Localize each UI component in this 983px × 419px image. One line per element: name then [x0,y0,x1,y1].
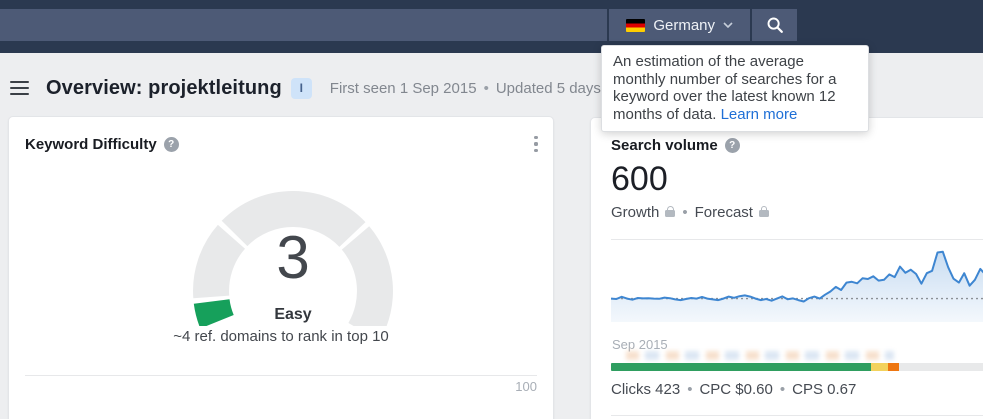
lock-icon [665,205,676,217]
metric-separator: • [687,381,693,398]
bar-segment-yellow [870,363,888,371]
bar-segment-green [611,363,871,371]
country-label: Germany [653,16,715,34]
menu-button[interactable] [10,80,29,96]
lock-icon [758,205,769,217]
learn-more-link[interactable]: Learn more [721,106,798,123]
metric-cps: CPS 0.67 [792,381,857,398]
help-icon[interactable]: ? [724,138,740,153]
search-button[interactable] [752,9,797,41]
timeline-start-label: Sep 2015 [612,337,668,352]
metric-clicks: Clicks 423 [611,381,681,398]
chevron-down-icon [723,22,733,28]
growth-separator: • [682,204,688,221]
page-title: Overview: projektleitung [46,76,282,99]
search-volume-card: Search volume ? 600 Growth • Forecast Se… [590,117,983,419]
bar-segment-orange [888,363,900,371]
sv-title-text: Search volume [611,137,718,154]
ahrefs-keyword-overview-screen: Germany Overview: projektleitung I First… [0,0,983,419]
country-selector[interactable]: Germany [609,9,750,41]
kd-description: ~4 ref. domains to rank in top 10 [173,328,389,345]
keyword-difficulty-card: Keyword Difficulty ? 3 Easy ~4 ref. doma… [8,116,554,419]
germany-flag-icon [626,18,646,32]
kd-scale-max-label: 100 [515,379,537,394]
kd-rating: Easy [274,306,312,323]
search-volume-value: 600 [611,160,668,198]
growth-forecast-row: Growth • Forecast [611,204,769,221]
metric-cpc: CPC $0.60 [699,381,773,398]
keyword-list-badge[interactable]: I [290,77,312,99]
first-seen-label: First seen 1 Sep 2015 [329,79,477,97]
search-volume-chart [610,250,983,322]
blurred-row [626,351,894,360]
toolbar: Germany [0,9,797,41]
kd-scale-divider [25,375,537,376]
forecast-link[interactable]: Forecast [695,204,753,221]
sv-bottom-divider [611,415,983,416]
volume-trend-chart-wrap [610,239,983,323]
page-header: Overview: projektleitung I First seen 1 … [10,72,630,104]
clicks-distribution-bar [611,363,983,371]
kd-value: 3 [276,224,310,291]
meta-separator: • [483,79,489,97]
metrics-line: Clicks 423 • CPC $0.60 • CPS 0.67 [611,381,856,398]
sv-card-title: Search volume ? [611,137,740,154]
kebab-menu-button[interactable] [527,134,545,154]
keyword-meta: First seen 1 Sep 2015 • Updated 5 days a… [330,80,630,97]
metric-separator: • [779,381,786,398]
search-icon [767,17,783,33]
search-volume-tooltip: An estimation of the average monthly num… [601,45,869,132]
growth-link[interactable]: Growth [611,204,659,221]
